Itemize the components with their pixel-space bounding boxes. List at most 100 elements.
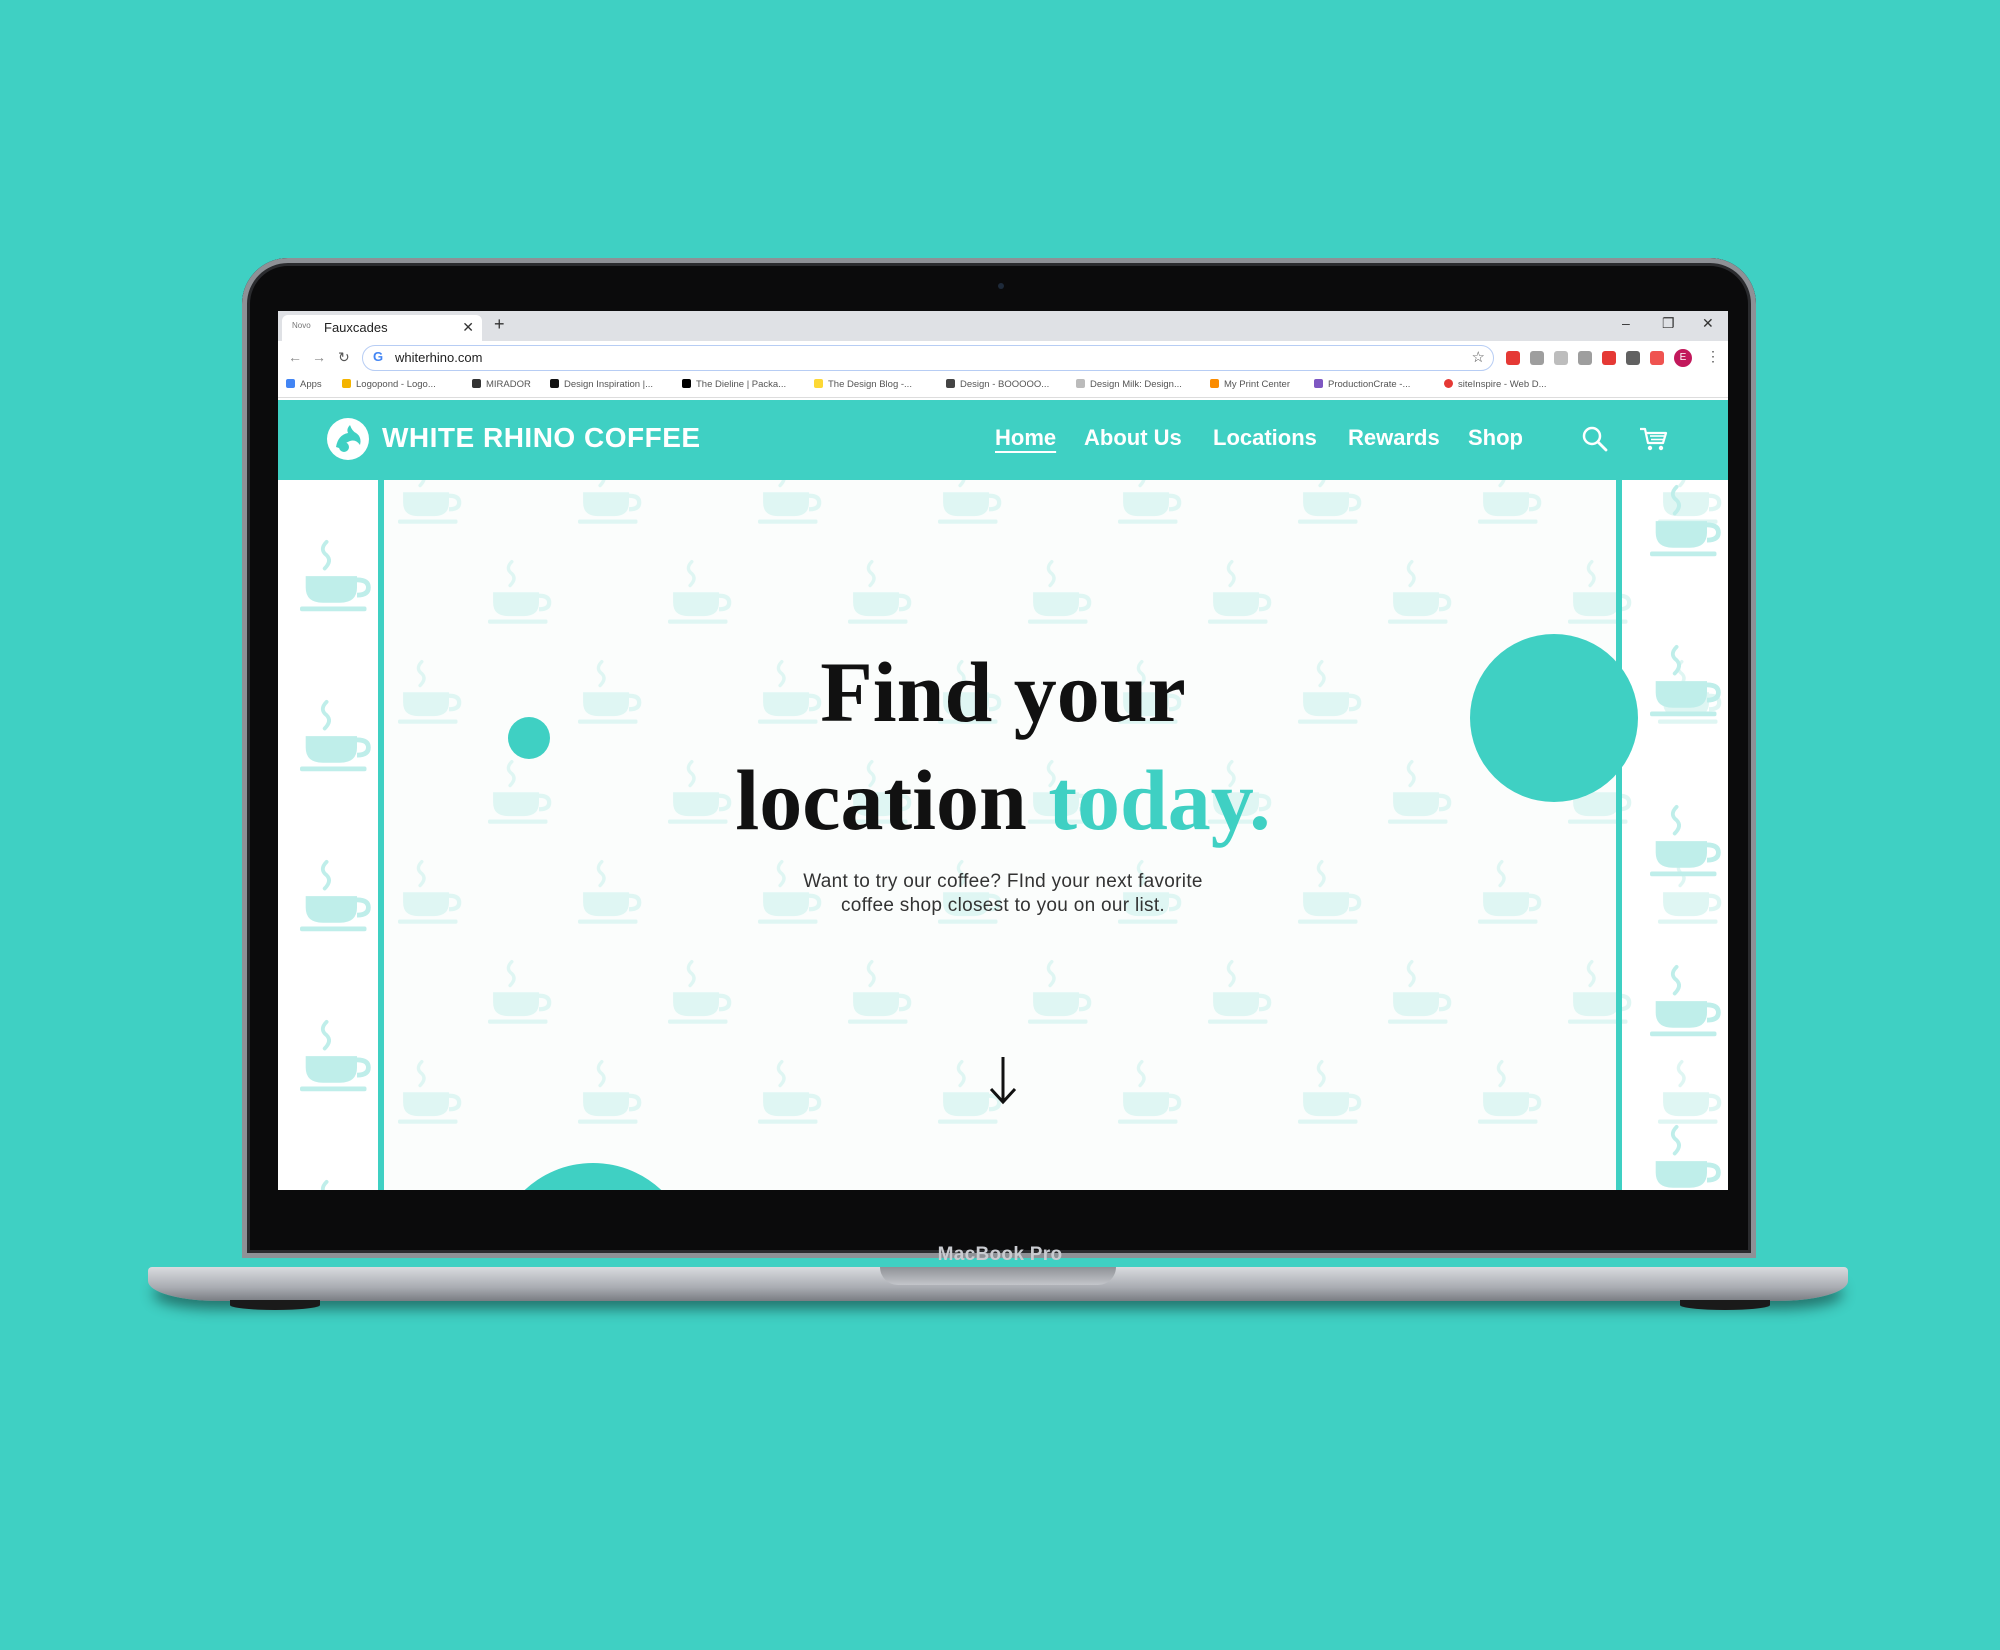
- restore-icon[interactable]: ❐: [1662, 315, 1675, 332]
- site-header: WHITE RHINO COFFEE Home About Us Locatio…: [278, 400, 1728, 480]
- close-icon[interactable]: ✕: [1702, 315, 1714, 332]
- bookmark-item[interactable]: ProductionCrate -...: [1314, 379, 1410, 390]
- coffee-cup-icon: [1298, 1060, 1362, 1124]
- laptop-screen: Novo Fauxcades ✕ + – ❐ ✕ ← → ↻ G whiterh…: [278, 311, 1728, 1190]
- bookmark-item[interactable]: MIRADOR: [472, 379, 531, 390]
- hero-subtitle: Want to try our coffee? FInd your next f…: [703, 870, 1303, 918]
- extension-icon[interactable]: [1506, 351, 1520, 365]
- left-divider: [378, 480, 384, 1190]
- coffee-cup-icon: [1388, 960, 1452, 1024]
- bookmarks-bar: Apps Logopond - Logo... MIRADOR Design I…: [278, 375, 1728, 398]
- coffee-cup-icon: [668, 560, 732, 624]
- bookmark-item[interactable]: Design Inspiration |...: [550, 379, 653, 390]
- tab-title: Fauxcades: [324, 320, 388, 335]
- puzzle-icon[interactable]: [1626, 351, 1640, 365]
- webcam: [998, 283, 1004, 289]
- decorative-dot: [508, 717, 550, 759]
- coffee-cup-icon: [300, 1020, 371, 1092]
- bookmark-item[interactable]: Design Milk: Design...: [1076, 379, 1182, 390]
- cart-icon[interactable]: [1638, 424, 1668, 454]
- forward-icon[interactable]: →: [312, 349, 326, 365]
- camera-extension-icon[interactable]: [1554, 351, 1568, 365]
- laptop-foot: [230, 1300, 320, 1310]
- nav-about-us[interactable]: About Us: [1084, 425, 1182, 451]
- coffee-cup-icon: [1298, 480, 1362, 524]
- headline-line-2: location today.: [603, 746, 1403, 854]
- profile-avatar[interactable]: E: [1674, 349, 1692, 367]
- coffee-cup-icon: [488, 560, 552, 624]
- brand-name[interactable]: WHITE RHINO COFFEE: [382, 422, 701, 454]
- headline-line-1: Find your: [820, 644, 1186, 740]
- nav-locations[interactable]: Locations: [1213, 425, 1317, 451]
- coffee-cup-icon: [1298, 860, 1362, 924]
- bookmark-item[interactable]: Apps: [286, 379, 322, 390]
- coffee-cup-icon: [300, 700, 371, 772]
- nav-home[interactable]: Home: [995, 425, 1056, 451]
- coffee-cup-icon: [668, 960, 732, 1024]
- coffee-cup-icon: [938, 480, 1002, 524]
- bookmark-item[interactable]: The Dieline | Packa...: [682, 379, 786, 390]
- coffee-cup-icon: [578, 480, 642, 524]
- bookmark-item[interactable]: Design - BOOOOO...: [946, 379, 1049, 390]
- address-bar[interactable]: G whiterhino.com ☆: [362, 345, 1494, 371]
- decorative-circle: [1470, 634, 1638, 802]
- coffee-cup-icon: [1478, 480, 1542, 524]
- right-divider: [1616, 480, 1622, 1190]
- coffee-cup-icon: [1655, 1125, 1721, 1188]
- extension-icon[interactable]: [1650, 351, 1664, 365]
- browser-toolbar: ← → ↻ G whiterhino.com ☆ E ⋮: [278, 341, 1728, 375]
- coffee-cup-icon: [1028, 560, 1092, 624]
- extension-icon[interactable]: [1602, 351, 1616, 365]
- subtitle-line-1: Want to try our coffee? FInd your next f…: [803, 871, 1203, 892]
- tab-favicon: Novo: [292, 321, 311, 330]
- browser-menu-icon[interactable]: ⋮: [1706, 348, 1720, 365]
- bookmark-item[interactable]: My Print Center: [1210, 379, 1290, 390]
- url-text[interactable]: whiterhino.com: [395, 350, 482, 365]
- google-icon: G: [373, 349, 384, 364]
- coffee-cup-icon: [1650, 805, 1721, 877]
- close-tab-icon[interactable]: ✕: [462, 319, 474, 336]
- coffee-cup-icon: [1208, 960, 1272, 1024]
- subtitle-line-2: coffee shop closest to you on our list.: [841, 895, 1165, 916]
- coffee-cup-icon: [398, 660, 462, 724]
- bookmark-star-icon[interactable]: ☆: [1472, 348, 1485, 366]
- headline-plain: location: [735, 752, 1027, 848]
- coffee-cup-icon: [488, 960, 552, 1024]
- search-icon[interactable]: [1580, 424, 1610, 454]
- coffee-cup-icon: [1658, 480, 1722, 524]
- bookmark-item[interactable]: siteInspire - Web D...: [1444, 379, 1547, 390]
- coffee-cup-icon: [758, 1060, 822, 1124]
- coffee-cup-icon: [578, 1060, 642, 1124]
- coffee-cup-icon: [758, 480, 822, 524]
- browser-tab-bar: Novo Fauxcades ✕ + – ❐ ✕: [278, 311, 1728, 341]
- extension-icon[interactable]: [1530, 351, 1544, 365]
- rhino-logo-icon[interactable]: [326, 417, 370, 461]
- coffee-cup-icon: [320, 1180, 329, 1190]
- coffee-cup-icon: [1028, 960, 1092, 1024]
- extension-icon[interactable]: [1578, 351, 1592, 365]
- website: WHITE RHINO COFFEE Home About Us Locatio…: [278, 400, 1728, 1190]
- nav-rewards[interactable]: Rewards: [1348, 425, 1440, 451]
- arrow-down-icon[interactable]: [985, 1053, 1021, 1107]
- coffee-cup-icon: [398, 480, 462, 524]
- coffee-cup-icon: [578, 860, 642, 924]
- minimize-icon[interactable]: –: [1622, 315, 1630, 331]
- device-label: MacBook Pro: [937, 1244, 1063, 1265]
- coffee-cup-icon: [398, 860, 462, 924]
- hero-headline: Find your location today.: [603, 638, 1403, 854]
- coffee-cup-icon: [1118, 1060, 1182, 1124]
- back-icon[interactable]: ←: [288, 349, 302, 365]
- nav-shop[interactable]: Shop: [1468, 425, 1523, 451]
- bookmark-item[interactable]: The Design Blog -...: [814, 379, 912, 390]
- reload-icon[interactable]: ↻: [338, 349, 350, 366]
- coffee-cup-icon: [1388, 560, 1452, 624]
- coffee-cup-icon: [848, 960, 912, 1024]
- coffee-cup-icon: [488, 760, 552, 824]
- coffee-cup-icon: [1658, 1060, 1722, 1124]
- coffee-cup-icon: [1208, 560, 1272, 624]
- browser-tab[interactable]: Novo Fauxcades ✕: [282, 315, 482, 341]
- plus-icon[interactable]: +: [494, 314, 505, 335]
- coffee-cup-icon: [1478, 1060, 1542, 1124]
- laptop-foot: [1680, 1300, 1770, 1310]
- bookmark-item[interactable]: Logopond - Logo...: [342, 379, 436, 390]
